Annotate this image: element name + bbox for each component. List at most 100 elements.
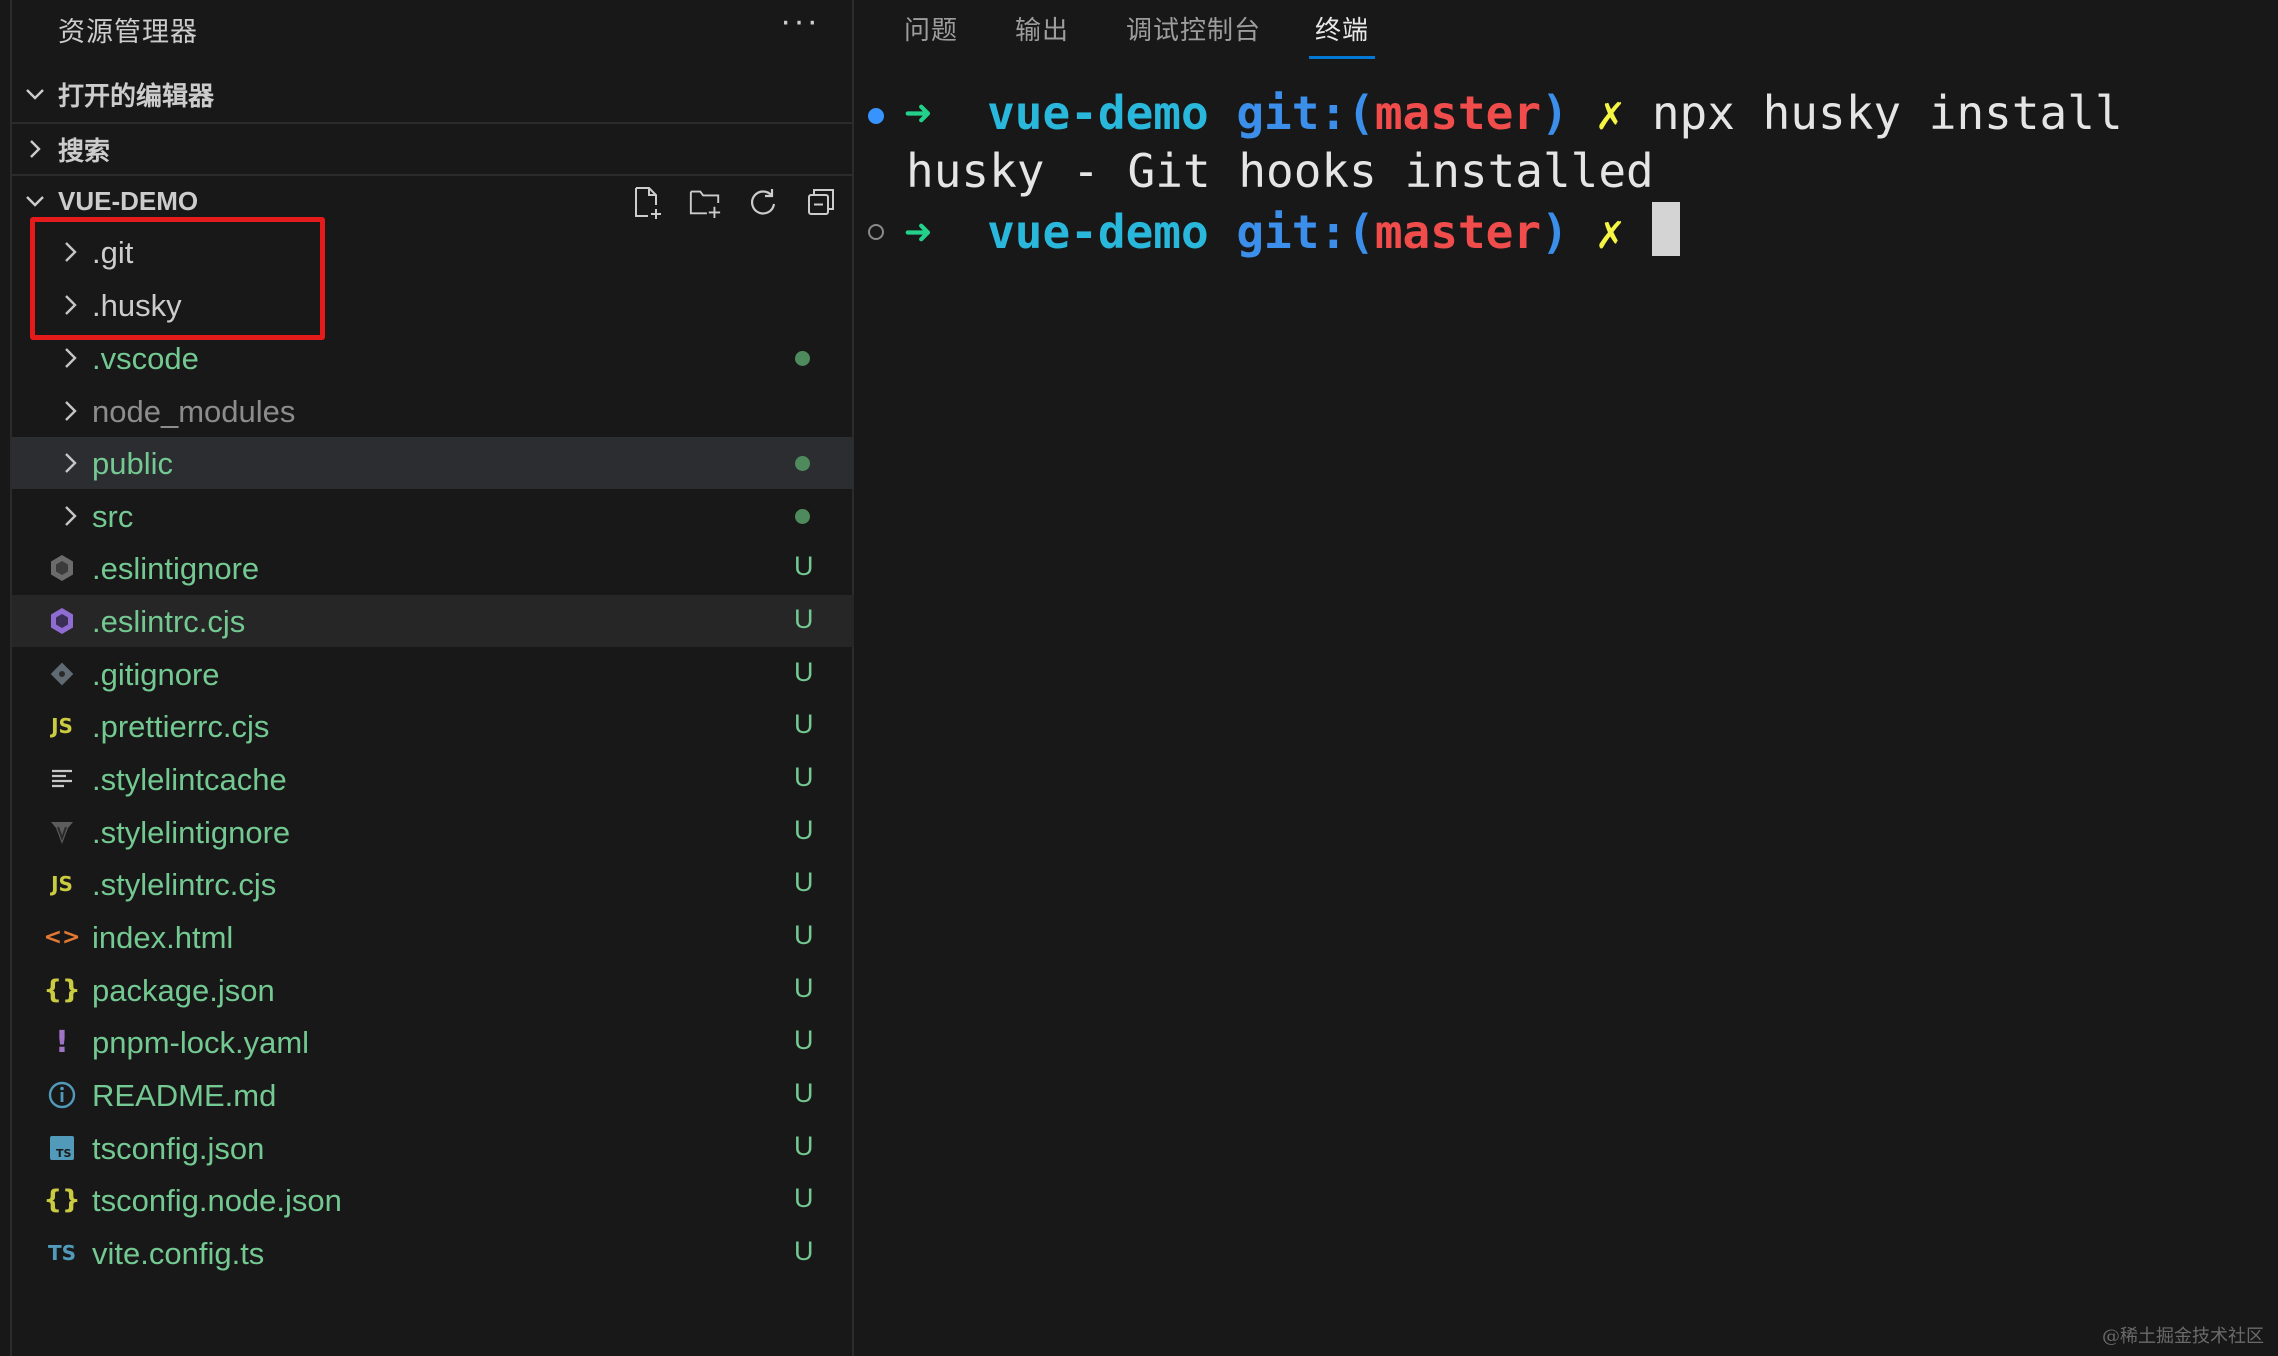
- collapse-all-icon[interactable]: [804, 185, 838, 219]
- git-status-badge: U: [794, 815, 814, 845]
- yaml-icon: !: [55, 1024, 69, 1060]
- terminal-line-output: husky - Git hooks installed: [856, 144, 1654, 202]
- folder-src[interactable]: src: [12, 490, 854, 542]
- git-status-badge: U: [794, 657, 814, 687]
- js-icon: JS: [51, 872, 73, 896]
- new-file-icon[interactable]: [630, 185, 664, 219]
- git-status-badge: U: [794, 1183, 814, 1213]
- explorer-sidebar: 资源管理器 ··· 打开的编辑器 搜索 VUE-DEMO .git .husky…: [0, 0, 854, 1356]
- git-status-badge: U: [794, 973, 814, 1003]
- tree-item-label: pnpm-lock.yaml: [92, 1025, 310, 1060]
- prompt-branch: master: [1374, 86, 1542, 140]
- tree-item-label: README.md: [92, 1078, 277, 1113]
- tree-item-label: public: [92, 446, 173, 481]
- prompt-git-close: ): [1541, 205, 1569, 259]
- git-status-badge: U: [794, 1025, 814, 1055]
- section-search[interactable]: 搜索: [12, 122, 854, 174]
- file-dot-eslintignore[interactable]: .eslintignore U: [12, 542, 854, 594]
- new-folder-icon[interactable]: [688, 185, 722, 219]
- command-success-marker[interactable]: [868, 108, 884, 124]
- prompt-dir: vue-demo: [987, 205, 1209, 259]
- tree-item-label: .gitignore: [92, 657, 220, 692]
- prompt-dirty-mark: ✗: [1596, 86, 1625, 140]
- chevron-down-icon: [12, 189, 58, 213]
- tree-item-label: tsconfig.node.json: [92, 1183, 342, 1218]
- info-icon: [46, 1079, 78, 1111]
- explorer-actions: [630, 176, 838, 228]
- git-status-badge: U: [794, 1131, 814, 1161]
- tab-output[interactable]: 输出: [1015, 10, 1069, 47]
- chevron-right-icon: [56, 449, 84, 477]
- file-dot-eslintrc-cjs[interactable]: .eslintrc.cjs U: [12, 595, 854, 647]
- chevron-right-icon: [56, 502, 84, 530]
- tree-item-label: .eslintrc.cjs: [92, 604, 246, 639]
- more-actions-button[interactable]: ···: [780, 2, 820, 41]
- file-dot-stylelintcache[interactable]: .stylelintcache U: [12, 753, 854, 805]
- file-dot-prettierrc-cjs[interactable]: JS .prettierrc.cjs U: [12, 700, 854, 752]
- file-dot-stylelintignore[interactable]: .stylelintignore U: [12, 806, 854, 858]
- git-status-badge: U: [794, 604, 814, 634]
- git-status-badge: U: [794, 762, 814, 792]
- tree-item-label: vite.config.ts: [92, 1236, 265, 1271]
- prompt-git-close: ): [1541, 86, 1569, 140]
- tab-terminal[interactable]: 终端: [1308, 10, 1376, 59]
- terminal-output: husky - Git hooks installed: [906, 144, 1654, 198]
- eslint-ignore-icon: [46, 552, 78, 584]
- refresh-icon[interactable]: [746, 185, 780, 219]
- git-status-dot: [795, 351, 810, 366]
- ts-icon: TS: [47, 1241, 77, 1265]
- terminal-line-prompt: ➜ vue-demo git:(master) ✗: [856, 202, 1680, 260]
- prompt-git-label: git:(: [1236, 86, 1375, 140]
- html-icon: <>: [43, 924, 81, 950]
- svg-text:TS: TS: [56, 1147, 72, 1160]
- chevron-right-icon: [12, 137, 58, 161]
- command-pending-marker: [868, 224, 884, 240]
- folder-public[interactable]: public: [12, 437, 854, 489]
- prompt-dirty-mark: ✗: [1596, 205, 1625, 259]
- tree-item-label: node_modules: [92, 394, 296, 429]
- chevron-down-icon: [12, 82, 58, 106]
- section-label: 搜索: [58, 135, 111, 166]
- tree-item-label: .stylelintcache: [92, 762, 287, 797]
- file-readme-md[interactable]: README.md U: [12, 1069, 854, 1121]
- prompt-arrow: ➜: [904, 205, 932, 259]
- file-dot-gitignore[interactable]: .gitignore U: [12, 648, 854, 700]
- prompt-git-label: git:(: [1236, 205, 1375, 259]
- file-vite-config-ts[interactable]: TS vite.config.ts U: [12, 1227, 854, 1279]
- terminal-command: npx husky install: [1651, 86, 2123, 140]
- git-status-badge: U: [794, 867, 814, 897]
- file-tsconfig-json[interactable]: TS tsconfig.json U: [12, 1122, 854, 1174]
- terminal-cursor: [1651, 202, 1680, 256]
- eslint-icon: [46, 605, 78, 637]
- file-dot-stylelintrc-cjs[interactable]: JS .stylelintrc.cjs U: [12, 858, 854, 910]
- section-label: 打开的编辑器: [58, 80, 215, 111]
- explorer-title: 资源管理器: [58, 17, 198, 47]
- highlight-annotation-box: [30, 217, 325, 340]
- git-status-badge: U: [794, 920, 814, 950]
- git-icon: [46, 658, 78, 690]
- text-lines-icon: [46, 763, 78, 795]
- file-pnpm-lock-yaml[interactable]: ! pnpm-lock.yaml U: [12, 1016, 854, 1068]
- tree-item-label: tsconfig.json: [92, 1131, 265, 1166]
- file-package-json[interactable]: {} package.json U: [12, 964, 854, 1016]
- tree-item-label: index.html: [92, 920, 234, 955]
- file-index-html[interactable]: <> index.html U: [12, 911, 854, 963]
- tree-item-label: .eslintignore: [92, 551, 260, 586]
- tree-item-label: .prettierrc.cjs: [92, 709, 270, 744]
- chevron-right-icon: [56, 344, 84, 372]
- folder-node-modules[interactable]: node_modules: [12, 385, 854, 437]
- prompt-branch: master: [1374, 205, 1542, 259]
- tree-item-label: .vscode: [92, 341, 199, 376]
- tab-problems[interactable]: 问题: [904, 10, 958, 47]
- tree-item-label: src: [92, 499, 134, 534]
- stylelint-icon: [46, 816, 78, 848]
- file-tsconfig-node-json[interactable]: {} tsconfig.node.json U: [12, 1174, 854, 1226]
- json-icon: {}: [43, 1185, 81, 1215]
- git-status-dot: [795, 509, 810, 524]
- section-open-editors[interactable]: 打开的编辑器: [12, 68, 854, 120]
- tree-item-label: .stylelintignore: [92, 815, 291, 850]
- tree-item-label: .stylelintrc.cjs: [92, 867, 277, 902]
- prompt-dir: vue-demo: [987, 86, 1209, 140]
- project-name: VUE-DEMO: [58, 185, 199, 216]
- tab-debug-console[interactable]: 调试控制台: [1126, 10, 1261, 47]
